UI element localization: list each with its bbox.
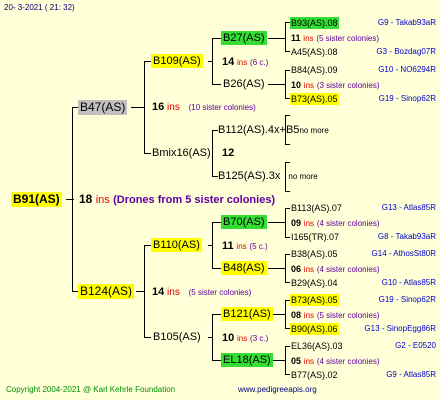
connector (285, 70, 286, 99)
queen-gen5[interactable]: B84(AS).09 (290, 64, 339, 76)
connector (212, 38, 213, 85)
website-link[interactable]: www.pedigreeapis.org (238, 384, 317, 396)
connector (144, 245, 151, 246)
b110-ins-info: 11 ins (5 c.) (222, 240, 268, 252)
connector (268, 84, 286, 85)
queen-b112[interactable]: B112(AS).4x+B5no more (216, 123, 331, 138)
pedigree-chart: 20- 3-2021 ( 21: 32) Copyright 2004-2021… (0, 0, 440, 400)
connector (212, 360, 221, 361)
copyright: Copyright 2004-2021 @ Karl Kehrle Founda… (6, 385, 176, 394)
reference-link[interactable]: G9 - Atlas85R (386, 369, 436, 381)
reference-link[interactable]: G14 - AthosSt80R (372, 248, 436, 260)
queen-b27[interactable]: B27(AS) (221, 31, 267, 45)
connector (285, 300, 286, 329)
ins-info: 08 ins (5 sister colonies) (291, 310, 380, 320)
queen-gen5[interactable]: B113(AS).07 (290, 202, 343, 214)
connector (268, 222, 286, 223)
ins-info: 10 ins (3 sister colonies) (291, 80, 380, 90)
connector (144, 245, 145, 338)
connector (212, 222, 213, 269)
connector (144, 61, 145, 154)
connector (285, 22, 286, 52)
queen-gen5[interactable]: B29(AS).04 (290, 277, 339, 289)
connector (285, 162, 290, 163)
b105-ins-info: 10 ins (3 c.) (222, 332, 269, 344)
queen-root[interactable]: B91(AS) (11, 192, 62, 207)
queen-gen5[interactable]: B38(AS).05 (290, 248, 339, 260)
connector (212, 38, 221, 39)
queen-b109[interactable]: B109(AS) (151, 54, 203, 68)
queen-b125[interactable]: B125(AS).3x no more (216, 169, 320, 184)
queen-gen5[interactable]: B73(AS).05 (290, 294, 339, 306)
ins-info: 11 ins (5 sister colonies) (291, 33, 379, 43)
queen-gen5[interactable]: B77(AS).02 (290, 369, 339, 381)
connector (285, 346, 286, 375)
b47-ins-info: 16 ins (10 sister colonies) (152, 101, 256, 113)
reference-link[interactable]: G2 - E0520 (395, 340, 436, 352)
reference-link[interactable]: G19 - Sinop62R (379, 294, 436, 306)
queen-gen5[interactable]: B93(AS).08 (290, 17, 339, 29)
reference-link[interactable]: G10 - Atlas85R (382, 277, 436, 289)
reference-link[interactable]: G13 - Atlas85R (382, 202, 436, 214)
connector (131, 107, 145, 108)
connector (268, 268, 286, 269)
connector (285, 115, 290, 116)
connector (212, 84, 221, 85)
reference-link[interactable]: G8 - Takab93aR (378, 231, 436, 243)
b124-ins-info: 14 ins (5 sister colonies) (152, 286, 252, 298)
reference-link[interactable]: G3 - Bozdag07R (376, 46, 436, 58)
queen-gen5[interactable]: A45(AS).08 (290, 46, 339, 58)
bmix16-count: 12 (222, 147, 235, 159)
root-ins-info: 18 ins (Drones from 5 sister colonies) (79, 192, 276, 206)
queen-b70[interactable]: B70(AS) (221, 215, 267, 229)
connector (144, 61, 151, 62)
connector (285, 254, 286, 283)
queen-el18[interactable]: EL18(AS) (221, 353, 273, 367)
queen-b121[interactable]: B121(AS) (221, 307, 273, 321)
queen-b26[interactable]: B26(AS) (221, 77, 267, 91)
queen-b110[interactable]: B110(AS) (151, 238, 202, 252)
connector (212, 314, 213, 361)
reference-link[interactable]: G10 - NO6294R (378, 64, 436, 76)
queen-gen5[interactable]: I165(TR).07 (290, 231, 340, 243)
connector (272, 314, 286, 315)
connector (285, 208, 286, 238)
b109-ins-info: 14 ins (6 c.) (222, 56, 269, 68)
ins-info: 05 ins (4 sister colonies) (291, 356, 380, 366)
queen-gen5[interactable]: B90(AS).06 (290, 323, 339, 335)
queen-b124[interactable]: B124(AS) (78, 284, 135, 299)
reference-link[interactable]: G9 - Takab93aR (378, 17, 436, 29)
connector (285, 144, 290, 145)
queen-b105[interactable]: B105(AS) (151, 330, 203, 344)
reference-link[interactable]: G19 - Sinop62R (379, 93, 436, 105)
connector (212, 268, 221, 269)
reference-link[interactable]: G13 - SinopEgg86R (364, 323, 436, 335)
connector (144, 337, 151, 338)
connector (285, 191, 290, 192)
ins-info: 09 ins (4 sister colonies) (291, 218, 380, 228)
connector (72, 107, 73, 292)
connector (212, 314, 221, 315)
queen-gen5[interactable]: EL36(AS).03 (290, 340, 344, 352)
connector (212, 222, 221, 223)
date-stamp: 20- 3-2021 ( 21: 32) (4, 3, 75, 12)
connector (268, 38, 286, 39)
queen-b48[interactable]: B48(AS) (221, 261, 267, 275)
ins-info: 06 ins (4 sister colonies) (291, 264, 380, 274)
queen-bmix16[interactable]: Bmix16(AS) (150, 146, 213, 160)
queen-gen5[interactable]: B73(AS).05 (290, 93, 339, 105)
queen-b47[interactable]: B47(AS) (78, 100, 128, 115)
